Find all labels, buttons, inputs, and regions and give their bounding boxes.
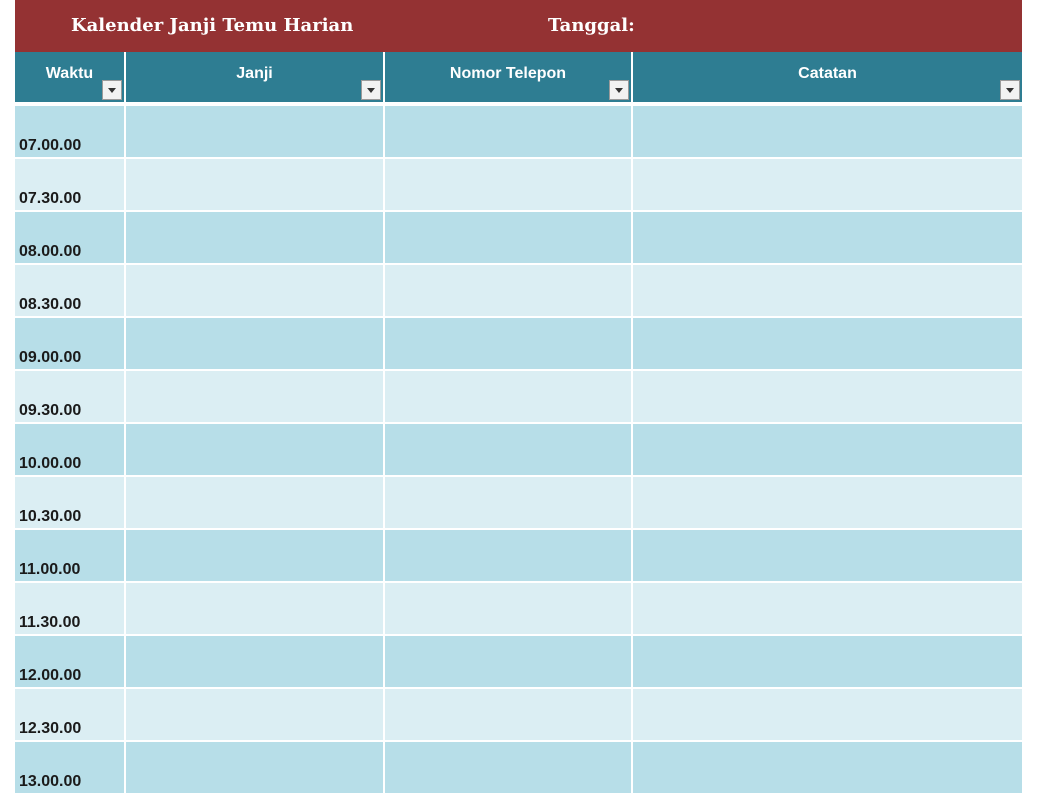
time-label: 10.30.00 [19,508,82,525]
cell-janji[interactable] [126,583,383,634]
cell-waktu[interactable]: 11.30.00 [15,583,124,634]
date-label[interactable]: Tanggal: [548,15,635,36]
title-bar: Kalender Janji Temu Harian Tanggal: [15,0,1022,52]
cell-waktu[interactable]: 09.30.00 [15,371,124,422]
table-row: 07.30.00 [15,159,1022,210]
cell-catatan[interactable] [633,318,1022,369]
cell-catatan[interactable] [633,477,1022,528]
column-header-waktu[interactable]: Waktu [15,52,124,104]
cell-catatan[interactable] [633,371,1022,422]
table-body: 07.00.00 07.30.00 08.00.00 08.30.00 09.00.00… [15,106,1022,793]
filter-dropdown-icon[interactable] [361,80,381,100]
cell-nomor-telepon[interactable] [385,265,631,316]
cell-nomor-telepon[interactable] [385,106,631,157]
cell-nomor-telepon[interactable] [385,636,631,687]
time-label: 11.30.00 [19,614,81,631]
cell-janji[interactable] [126,106,383,157]
cell-catatan[interactable] [633,212,1022,263]
filter-dropdown-icon[interactable] [1000,80,1020,100]
cell-nomor-telepon[interactable] [385,212,631,263]
cell-nomor-telepon[interactable] [385,477,631,528]
cell-janji[interactable] [126,318,383,369]
table-row: 11.30.00 [15,583,1022,634]
cell-janji[interactable] [126,265,383,316]
cell-janji[interactable] [126,689,383,740]
filter-dropdown-icon[interactable] [102,80,122,100]
table-row: 07.00.00 [15,106,1022,157]
cell-nomor-telepon[interactable] [385,689,631,740]
cell-catatan[interactable] [633,530,1022,581]
cell-waktu[interactable]: 08.30.00 [15,265,124,316]
cell-catatan[interactable] [633,689,1022,740]
table-row: 12.30.00 [15,689,1022,740]
table-row: 11.00.00 [15,530,1022,581]
cell-janji[interactable] [126,159,383,210]
time-label: 08.00.00 [19,243,82,260]
filter-dropdown-icon[interactable] [609,80,629,100]
cell-waktu[interactable]: 07.30.00 [15,159,124,210]
cell-catatan[interactable] [633,742,1022,793]
table-row: 10.30.00 [15,477,1022,528]
time-label: 07.00.00 [19,137,82,154]
cell-nomor-telepon[interactable] [385,530,631,581]
cell-waktu[interactable]: 11.00.00 [15,530,124,581]
cell-waktu[interactable]: 13.00.00 [15,742,124,793]
sheet-title[interactable]: Kalender Janji Temu Harian [71,15,353,36]
column-header-nomor-telepon[interactable]: Nomor Telepon [385,52,631,104]
cell-waktu[interactable]: 12.30.00 [15,689,124,740]
cell-nomor-telepon[interactable] [385,159,631,210]
cell-janji[interactable] [126,371,383,422]
cell-nomor-telepon[interactable] [385,742,631,793]
table-row: 08.30.00 [15,265,1022,316]
column-header-label: Catatan [798,65,857,82]
time-label: 10.00.00 [19,455,82,472]
column-header-label: Waktu [45,65,94,82]
table-row: 12.00.00 [15,636,1022,687]
table-row: 10.00.00 [15,424,1022,475]
table-header-row: Waktu Janji Nomor Telepon Catatan [15,52,1022,104]
cell-waktu[interactable]: 09.00.00 [15,318,124,369]
time-label: 07.30.00 [19,190,82,207]
time-label: 09.00.00 [19,349,82,366]
cell-waktu[interactable]: 10.30.00 [15,477,124,528]
table-row: 13.00.00 [15,742,1022,793]
time-label: 12.30.00 [19,720,82,737]
table-row: 09.00.00 [15,318,1022,369]
cell-janji[interactable] [126,742,383,793]
column-header-catatan[interactable]: Catatan [633,52,1022,104]
cell-catatan[interactable] [633,583,1022,634]
cell-waktu[interactable]: 08.00.00 [15,212,124,263]
cell-waktu[interactable]: 10.00.00 [15,424,124,475]
column-header-janji[interactable]: Janji [126,52,383,104]
cell-catatan[interactable] [633,106,1022,157]
cell-nomor-telepon[interactable] [385,371,631,422]
column-header-label: Nomor Telepon [449,65,567,82]
cell-catatan[interactable] [633,265,1022,316]
cell-nomor-telepon[interactable] [385,424,631,475]
table-row: 08.00.00 [15,212,1022,263]
table-row: 09.30.00 [15,371,1022,422]
cell-janji[interactable] [126,424,383,475]
cell-catatan[interactable] [633,159,1022,210]
cell-waktu[interactable]: 12.00.00 [15,636,124,687]
cell-waktu[interactable]: 07.00.00 [15,106,124,157]
time-label: 08.30.00 [19,296,82,313]
cell-janji[interactable] [126,530,383,581]
cell-janji[interactable] [126,636,383,687]
cell-nomor-telepon[interactable] [385,583,631,634]
time-label: 11.00.00 [19,561,81,578]
cell-catatan[interactable] [633,636,1022,687]
time-label: 13.00.00 [19,773,82,790]
column-header-label: Janji [236,65,273,82]
time-label: 09.30.00 [19,402,82,419]
cell-janji[interactable] [126,477,383,528]
appointment-calendar-sheet: Kalender Janji Temu Harian Tanggal: Wakt… [15,0,1022,795]
time-label: 12.00.00 [19,667,82,684]
cell-janji[interactable] [126,212,383,263]
cell-catatan[interactable] [633,424,1022,475]
cell-nomor-telepon[interactable] [385,318,631,369]
